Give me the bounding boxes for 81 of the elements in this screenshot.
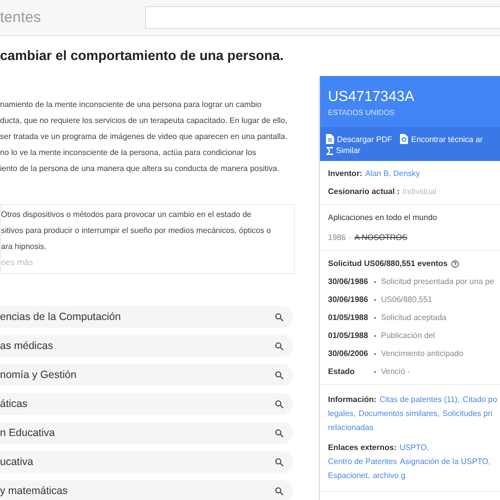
concept-chip[interactable]: n Educativa (0, 422, 293, 444)
toolbar-link[interactable]: Encontrar técnica ar (400, 134, 483, 144)
patent-number: US4717343A (328, 89, 416, 105)
concept-chip[interactable]: as médicas (0, 335, 293, 357)
abstract-text: namiento de la mente inconsciente de una persona para lograr un cambio (0, 99, 262, 111)
site-name: tentes (0, 9, 42, 26)
search-icon[interactable] (274, 398, 285, 410)
search-icon[interactable] (274, 370, 285, 380)
concept-label: encias de la Computación (0, 311, 121, 323)
timeline-dot (374, 316, 376, 318)
classification-text: ara hipnosis. (1, 241, 48, 253)
external-link[interactable]: Centro de Patentes (328, 455, 397, 469)
event-date: 01/05/1988 (328, 313, 369, 322)
event-date: 01/05/1988 (328, 331, 369, 340)
concept-chip[interactable]: nomía y Gestión (0, 364, 293, 386)
field-label: Cesionario actual : (328, 187, 400, 196)
timeline-dot (374, 298, 376, 300)
event-date: 30/06/2006 (328, 349, 369, 358)
classification-text: Otros dispositivos o métodos para provocar un cambio en el estado de (1, 209, 252, 221)
timeline-dot (374, 280, 376, 282)
external-link[interactable]: USPTO, (399, 441, 430, 455)
country-link[interactable]: A NOSOTROS (354, 233, 408, 242)
assignee-value: Individual (402, 187, 436, 196)
external-link[interactable]: Espacionet, (328, 469, 370, 483)
separator-dot: · (348, 233, 352, 242)
event-date: 30/06/1986 (328, 295, 369, 304)
timeline-dot (374, 334, 376, 336)
sigma-icon (326, 146, 333, 154)
concept-chip[interactable]: y matemáticas (0, 480, 293, 500)
concept-label: ucativa (0, 456, 34, 468)
search-icon[interactable] (274, 340, 285, 352)
field-label: Inventor: (328, 169, 362, 178)
event-date: Estado (328, 367, 356, 376)
info-link[interactable]: relacionadas (328, 421, 374, 435)
classification-text: sitivos para producir o interrumpir el sueño por medios mecánicos, ópticos o (1, 225, 272, 237)
search-icon[interactable] (274, 456, 285, 468)
field-label: Enlaces externos: (328, 442, 396, 454)
section-title: Aplicaciones en todo el mundo (328, 213, 438, 222)
inventor-link[interactable]: Alan B. Densky (365, 169, 420, 178)
concept-chip[interactable]: encias de la Computación (0, 306, 293, 328)
timeline-dot (374, 370, 376, 372)
concept-label: n Educativa (0, 427, 55, 439)
abstract-text: ser tratada ve un programa de imágenes de video que aparecen en una pantalla. (0, 131, 288, 143)
info-link[interactable]: Citas de patentes (11), (379, 393, 460, 407)
external-link[interactable]: archivo g (372, 469, 406, 483)
concept-label: áticas (0, 398, 28, 410)
field-label: Información: (328, 394, 376, 406)
event-text: Vencimiento anticipado (381, 349, 464, 358)
event-text: Venció - (381, 367, 410, 376)
more-link[interactable]: oes más (1, 255, 294, 269)
search-document-icon (400, 134, 408, 144)
external-link[interactable]: Asignación de la USPTO, (400, 455, 491, 469)
search-icon[interactable] (274, 312, 285, 322)
search-field[interactable] (145, 6, 500, 29)
concept-chip[interactable]: ucativa (0, 451, 293, 473)
concept-label: as médicas (0, 340, 54, 352)
info-link[interactable]: legales, (328, 407, 356, 421)
help-icon[interactable] (450, 260, 459, 268)
event-text: Publicación del (381, 331, 435, 340)
section-title: Solicitud US06/880,551 eventos (328, 259, 448, 268)
abstract-text: no lo ve la mente inconsciente de la persona, actúa para condicionar los (0, 147, 258, 159)
info-link[interactable]: Citado po (462, 393, 498, 407)
toolbar-link[interactable]: Similar (326, 146, 360, 155)
event-text: Solicitud aceptada (381, 313, 446, 322)
event-text: Solicitud presentada por una pe (381, 277, 494, 286)
timeline-dot (374, 352, 376, 354)
abstract-text: iento de la persona de una manera que altera su conducta de manera positiva. (0, 163, 280, 175)
search-icon[interactable] (274, 428, 285, 438)
info-link[interactable]: Documentos similares, (358, 407, 440, 421)
info-link[interactable]: Solicitudes pri (442, 407, 492, 421)
abstract-text: ducta, que no requiere los servicios de un terapeuta capacitado. En lugar de ello, (0, 115, 288, 127)
search-icon[interactable] (274, 486, 285, 496)
concept-chip[interactable]: áticas (0, 393, 293, 415)
toolbar-link[interactable]: Descargar PDF (326, 134, 392, 144)
event-text: US06/880,551 (381, 295, 432, 304)
concept-label: y matemáticas (0, 485, 68, 497)
document-icon (326, 134, 334, 144)
patent-title: cambiar el comportamiento de una persona. (0, 48, 285, 65)
event-date: 30/06/1986 (328, 277, 369, 286)
year-text: 1986 (328, 233, 346, 242)
concept-label: nomía y Gestión (0, 369, 76, 381)
